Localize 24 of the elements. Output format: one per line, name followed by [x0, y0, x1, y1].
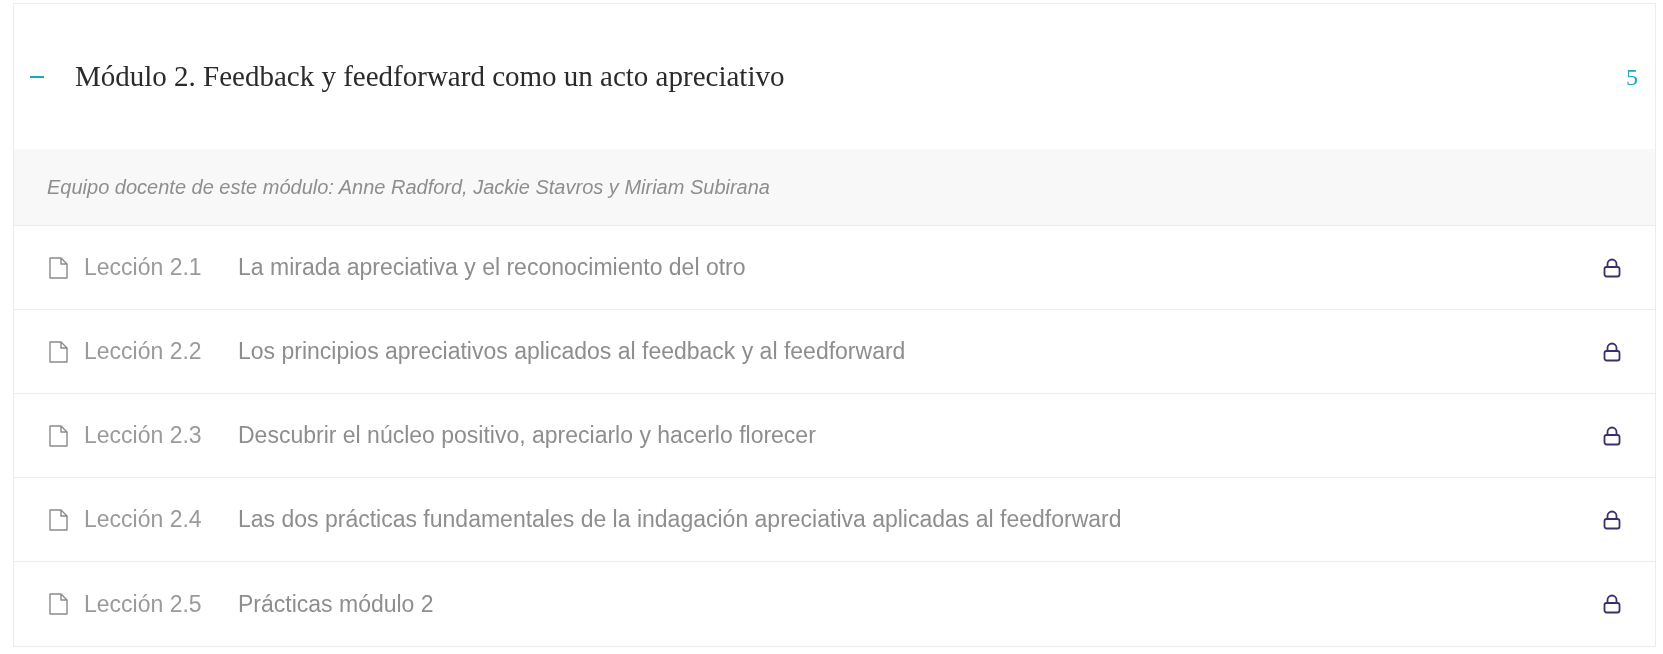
module-header[interactable]: Módulo 2. Feedback y feedforward como un acto apreciativo 5: [14, 4, 1655, 149]
lesson-row[interactable]: Lección 2.5 Prácticas módulo 2: [14, 562, 1655, 646]
lesson-title: Los principios apreciativos aplicados al feedback y al feedforward: [238, 337, 907, 367]
lesson-count: 5: [1626, 62, 1638, 92]
document-icon: [49, 256, 68, 279]
lesson-number: Lección 2.2: [84, 337, 203, 367]
lesson-title: Descubrir el núcleo positivo, apreciarlo y hacerlo florecer: [238, 421, 817, 451]
module-description: Equipo docente de este módulo: Anne Radford, Jackie Stavros y Miriam Subirana: [14, 149, 1655, 226]
document-icon: [49, 508, 68, 531]
lesson-title: La mirada apreciativa y el reconocimiento del otro: [238, 253, 747, 283]
document-icon: [49, 424, 68, 447]
lesson-row[interactable]: Lección 2.2 Los principios apreciativos aplicados al feedback y al feedforward: [14, 310, 1655, 394]
lesson-row[interactable]: Lección 2.4 Las dos prácticas fundamentales de la indagación apreciativa aplicadas al feedforward: [14, 478, 1655, 562]
module-title: Módulo 2. Feedback y feedforward como un acto apreciativo: [75, 58, 786, 94]
lesson-number: Lección 2.1: [84, 253, 203, 283]
document-icon: [49, 340, 68, 363]
lesson-title: Prácticas módulo 2: [238, 589, 435, 619]
lesson-number: Lección 2.5: [84, 589, 203, 619]
lesson-row[interactable]: Lección 2.1 La mirada apreciativa y el reconocimiento del otro: [14, 226, 1655, 310]
document-icon: [49, 593, 68, 615]
lesson-number: Lección 2.3: [84, 421, 203, 451]
lesson-title: Las dos prácticas fundamentales de la indagación apreciativa aplicadas al feedforward: [238, 505, 1123, 535]
lesson-row[interactable]: Lección 2.3 Descubrir el núcleo positivo, apreciarlo y hacerlo florecer: [14, 394, 1655, 478]
lesson-number: Lección 2.4: [84, 505, 203, 535]
